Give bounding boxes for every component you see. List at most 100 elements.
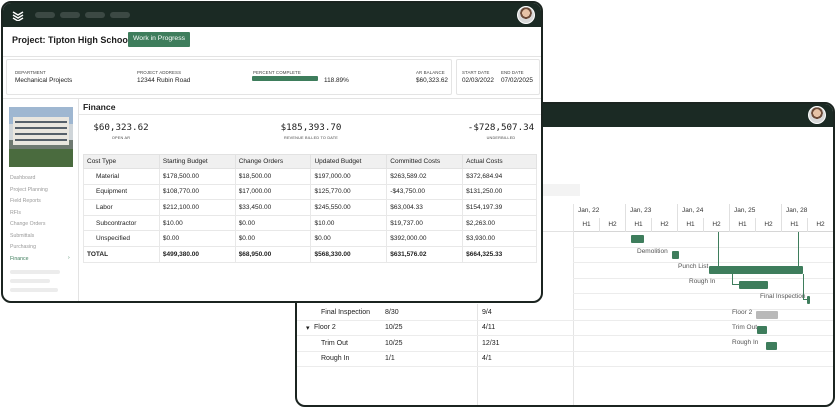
table-row[interactable]: Labor $212,100.00 $33,450.00 $245,550.00…	[83, 199, 537, 216]
column-header[interactable]: Updated Budget	[310, 154, 388, 169]
task-end: 4/11	[482, 324, 496, 331]
project-meta-card: DEPARTMENT Mechanical Projects PROJECT A…	[6, 59, 452, 95]
sidebar-item-change-orders[interactable]: Change Orders	[10, 221, 45, 227]
table-cell: Material	[83, 168, 160, 185]
table-cell: $68,950.00	[234, 245, 312, 263]
divider	[79, 114, 541, 115]
nav-placeholder	[10, 288, 58, 292]
day-label: Jan, 23	[625, 204, 677, 218]
end-date-label: END DATE	[501, 70, 524, 75]
task-label: Floor 2	[732, 309, 753, 316]
gantt-row	[573, 248, 833, 263]
task-start: 10/25	[385, 339, 403, 347]
gantt-left-header	[540, 204, 573, 232]
task-label: Rough In	[689, 278, 716, 285]
column-header[interactable]: Committed Costs	[386, 154, 464, 169]
table-cell: Equipment	[83, 183, 160, 201]
department-value: Mechanical Projects	[15, 77, 73, 84]
milestone-marker[interactable]	[807, 296, 810, 304]
dependency-line	[718, 232, 719, 266]
kpi-label: REVENUE BILLED TO DATE	[284, 136, 338, 140]
task-label: Final Inspection	[760, 293, 806, 300]
nav-placeholder	[10, 279, 50, 283]
gantt-bar[interactable]	[631, 235, 644, 243]
column-header[interactable]: Cost Type	[83, 154, 160, 169]
status-badge[interactable]: Work in Progress	[128, 32, 190, 47]
nav-placeholder[interactable]	[35, 12, 55, 18]
kpi-label: OPEN AR	[111, 136, 131, 140]
table-cell: $499,380.00	[158, 245, 236, 263]
half-label: H1	[781, 218, 807, 232]
table-cell: $197,000.00	[310, 168, 388, 185]
table-cell: $392,000.00	[386, 230, 464, 247]
column-header[interactable]: Actual Costs	[462, 154, 537, 169]
top-nav-bar	[3, 3, 541, 27]
gantt-bar[interactable]	[709, 266, 803, 274]
table-row[interactable]: Equipment $108,770.00 $17,000.00 $125,77…	[83, 183, 537, 201]
half-label: H1	[729, 218, 755, 232]
column-header[interactable]: Change Orders	[234, 154, 312, 169]
table-cell: TOTAL	[83, 245, 160, 263]
sidebar-item-field-reports[interactable]: Field Reports	[10, 198, 41, 204]
sidebar-item-purchasing[interactable]: Purchasing	[10, 244, 36, 250]
divider	[78, 99, 79, 301]
table-cell: $63,004.33	[386, 199, 464, 216]
table-cell: Unspecified	[83, 230, 160, 247]
table-cell: $108,770.00	[158, 183, 236, 201]
gantt-bar[interactable]	[672, 251, 679, 259]
kpi-value: $185,393.70	[280, 122, 342, 133]
table-row[interactable]: Material $178,500.00 $18,500.00 $197,000…	[83, 168, 537, 185]
sidebar-item-rfis[interactable]: RFIs	[10, 210, 21, 216]
table-cell: $0.00	[234, 230, 312, 247]
task-end: 12/31	[482, 339, 500, 347]
task-end: 4/1	[482, 355, 492, 362]
table-cell: $0.00	[310, 230, 388, 247]
toolbar-placeholder	[540, 184, 580, 196]
percent-complete-bar	[252, 76, 318, 81]
task-start: 8/30	[385, 308, 399, 316]
table-cell: $131,250.00	[462, 183, 537, 201]
sidebar-item-project-planning[interactable]: Project Planning	[10, 187, 48, 193]
sidebar-item-submittals[interactable]: Submittals	[10, 233, 34, 239]
dependency-line	[732, 284, 739, 285]
kpi-value: -$728,507.34	[467, 122, 535, 133]
task-label: Demolition	[637, 248, 668, 255]
gantt-bar[interactable]	[766, 342, 777, 350]
sidebar-item-finance[interactable]: Finance	[10, 256, 28, 262]
section-title: Finance	[83, 102, 116, 112]
row-expander[interactable]: ▾	[306, 324, 310, 332]
nav-placeholder[interactable]	[85, 12, 105, 18]
task-label: Trim Out	[732, 324, 758, 331]
table-cell: $10.00	[310, 214, 388, 232]
nav-placeholder[interactable]	[110, 12, 130, 18]
user-avatar[interactable]	[808, 106, 826, 124]
table-cell: $33,450.00	[234, 199, 312, 216]
table-row[interactable]: Unspecified $0.00 $0.00 $0.00 $392,000.0…	[83, 230, 537, 247]
half-label: H1	[625, 218, 651, 232]
column-header[interactable]: Starting Budget	[158, 154, 236, 169]
table-cell: $19,737.00	[386, 214, 464, 232]
task-label: Rough In	[732, 339, 759, 346]
gantt-bar[interactable]	[757, 326, 767, 334]
gantt-bar[interactable]	[756, 311, 778, 319]
table-cell: $178,500.00	[158, 168, 236, 185]
table-cell: $631,576.02	[386, 245, 464, 263]
table-row[interactable]: Subcontractor $10.00 $0.00 $10.00 $19,73…	[83, 214, 537, 232]
table-cell: $0.00	[234, 214, 312, 232]
start-date-label: START DATE	[462, 70, 490, 75]
dependency-line	[803, 299, 808, 300]
list-item[interactable]: Rough In 1/1 4/1	[297, 352, 833, 367]
user-avatar[interactable]	[517, 6, 535, 24]
task-start: 10/25	[385, 324, 403, 331]
ar-balance-label: AR BALANCE	[416, 70, 445, 75]
stack-logo-icon[interactable]	[12, 9, 24, 21]
nav-placeholder[interactable]	[60, 12, 80, 18]
sidebar-item-dashboard[interactable]: Dashboard	[10, 175, 35, 181]
half-label: H2	[651, 218, 677, 232]
table-cell: Subcontractor	[83, 214, 160, 232]
gantt-bar[interactable]	[739, 281, 768, 289]
table-cell: $372,684.94	[462, 168, 537, 185]
list-item[interactable]: Final Inspection 8/30 9/4	[297, 305, 833, 321]
department-label: DEPARTMENT	[15, 70, 46, 75]
address-value: 12344 Rubin Road	[137, 77, 191, 84]
